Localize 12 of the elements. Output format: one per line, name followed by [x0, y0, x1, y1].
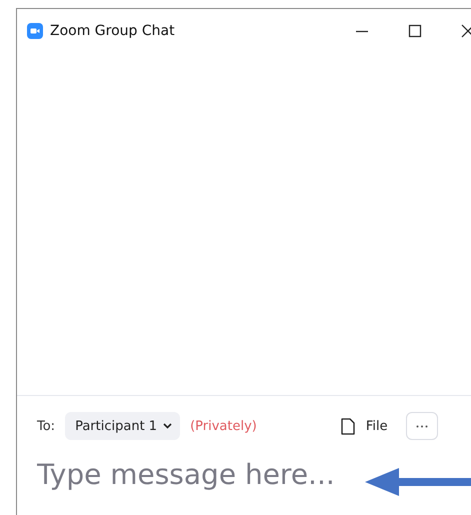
more-icon — [416, 424, 428, 428]
recipient-dropdown[interactable]: Participant 1 — [65, 412, 180, 440]
camera-icon — [27, 23, 43, 39]
message-field[interactable]: Type message here... — [37, 454, 377, 494]
window-title: Zoom Group Chat — [50, 23, 176, 39]
close-icon[interactable] — [461, 24, 471, 38]
caret-icon — [163, 423, 172, 429]
privacy-label: (Privately) — [190, 418, 257, 434]
maximize-icon[interactable] — [408, 24, 422, 38]
to-label: To: — [37, 418, 56, 434]
document-icon — [340, 418, 355, 434]
file-button[interactable]: File — [340, 418, 388, 434]
